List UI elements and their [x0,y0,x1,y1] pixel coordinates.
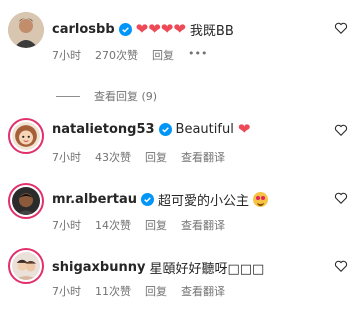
more-options-button[interactable]: ••• [188,47,207,63]
comment-time: 7小时 [52,151,81,164]
see-translation-button[interactable]: 查看翻译 [181,217,225,233]
comment-time: 7小时 [52,49,81,62]
avatar-image [12,122,40,150]
comment-time: 7小时 [52,219,81,232]
avatar-carlosbb[interactable] [8,12,44,48]
like-outline-icon[interactable] [334,259,348,273]
like-count[interactable]: 11次赞 [95,283,131,299]
like-outline-icon[interactable] [334,191,348,205]
view-replies-button[interactable]: 查看回复 (9) [56,88,157,104]
comment-time: 7小时 [52,285,81,298]
verified-badge-icon [118,23,132,36]
smiling-heart-eyes-emoji [253,192,269,207]
like-count[interactable]: 270次赞 [95,47,138,63]
reply-button[interactable]: 回复 [145,217,167,233]
comment-text: Beautiful [175,122,234,137]
username[interactable]: shigaxbunny [52,260,145,275]
like-outline-icon[interactable] [334,123,348,137]
avatar-image [12,187,40,215]
comment-text: 超可愛的小公主 [158,194,250,209]
reply-button[interactable]: 回复 [145,283,167,299]
comment-text: 星頤好好聽呀□□□ [149,262,265,277]
see-translation-button[interactable]: 查看翻译 [181,149,225,165]
avatar-image [8,12,44,48]
like-count[interactable]: 43次赞 [95,149,131,165]
replies-divider [56,95,80,97]
hearts-text: ❤❤❤❤ [135,20,186,38]
like-outline-icon[interactable] [334,21,348,35]
avatar-image [12,252,40,280]
see-translation-button[interactable]: 查看翻译 [181,283,225,299]
reply-button[interactable]: 回复 [145,149,167,165]
avatar-mr-albertau[interactable] [8,183,44,219]
username[interactable]: mr.albertau [52,192,137,207]
avatar-shigaxbunny[interactable] [8,248,44,284]
comment-text: 我既BB [189,24,234,39]
username[interactable]: natalietong53 [52,122,155,137]
like-count[interactable]: 14次赞 [95,217,131,233]
avatar-natalietong53[interactable] [8,118,44,154]
verified-badge-icon [141,193,155,206]
reply-button[interactable]: 回复 [152,47,174,63]
verified-badge-icon [158,123,172,136]
username[interactable]: carlosbb [52,22,115,37]
view-replies-label: 查看回复 (9) [94,90,158,103]
heart-icon: ❤ [237,120,251,138]
